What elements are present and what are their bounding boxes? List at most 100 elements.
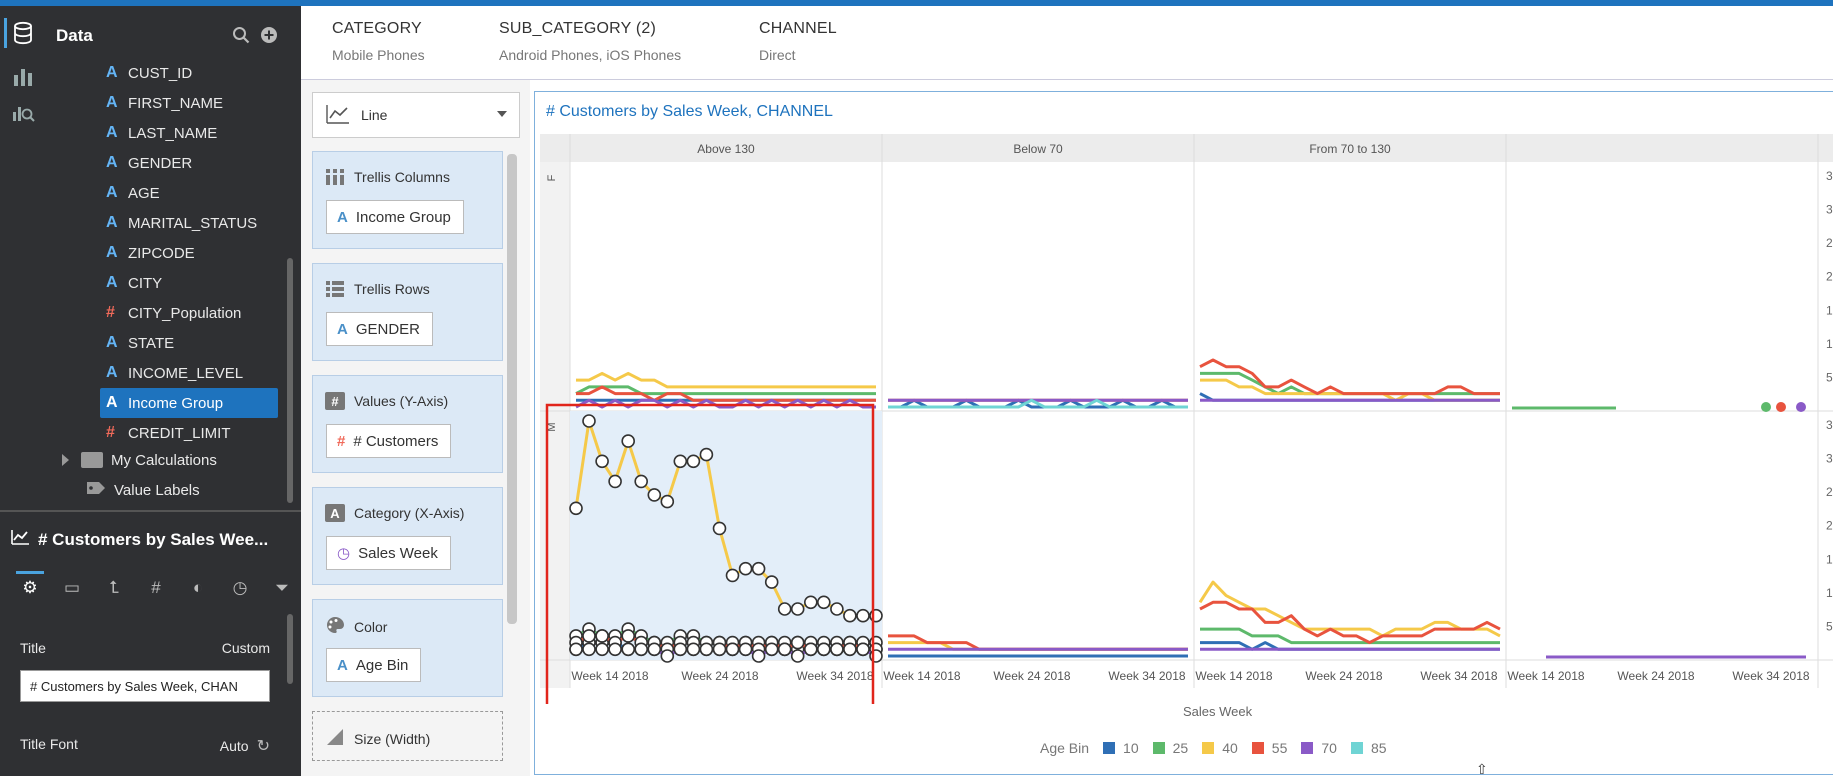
y-tick-label: 15 [1826, 552, 1833, 566]
legend-item-40[interactable]: 40 [1202, 740, 1238, 756]
folder-my-calculations[interactable]: My Calculations [62, 445, 217, 475]
data-item-label: LAST_NAME [128, 124, 218, 142]
axis-icon[interactable]: ⮤ [104, 578, 124, 598]
panel-divider[interactable] [0, 510, 301, 512]
data-item-credit-limit[interactable]: # CREDIT_LIMIT [100, 418, 280, 448]
size-width-card[interactable]: Size (Width) [312, 711, 503, 761]
data-item-state[interactable]: A STATE [100, 328, 280, 358]
tag-icon [86, 481, 106, 499]
data-point-70 [647, 642, 662, 657]
number-format-icon[interactable]: # [146, 578, 166, 598]
time-icon[interactable]: ◷ [230, 578, 250, 598]
legend-item-70[interactable]: 70 [1301, 740, 1337, 756]
expand-arrow-icon[interactable] [62, 454, 69, 466]
filter-icon[interactable]: ⏷ [272, 578, 292, 598]
income-group-pill[interactable]: A Income Group [326, 200, 464, 234]
data-item-marital-status[interactable]: A MARITAL_STATUS [100, 208, 280, 238]
sales-week-pill[interactable]: ◷ Sales Week [326, 536, 451, 570]
data-item-gender[interactable]: A GENDER [100, 148, 280, 178]
legend-item-25[interactable]: 25 [1152, 740, 1188, 756]
trellis-rows-card[interactable]: Trellis Rows A GENDER [312, 263, 503, 361]
text-type-icon: A [106, 244, 118, 261]
text-type-icon: A [106, 94, 118, 111]
layout-icon[interactable]: ▭ [62, 578, 82, 598]
data-point-40 [830, 602, 844, 616]
legend-title: Age Bin [1040, 740, 1090, 756]
y-tick-label: 10 [1826, 337, 1833, 351]
database-icon[interactable] [10, 20, 36, 46]
values-y-axis-card[interactable]: # Values (Y-Axis) # # Customers [312, 375, 503, 473]
properties-tab-indicator [16, 571, 44, 574]
data-panel-title: Data [56, 26, 93, 45]
gender-pill[interactable]: A GENDER [326, 312, 434, 346]
visualizations-icon[interactable] [10, 64, 36, 90]
data-item-age[interactable]: A AGE [100, 178, 280, 208]
data-item-label: Income Group [128, 394, 224, 412]
data-point-70 [686, 642, 701, 657]
properties-scrollbar[interactable] [287, 614, 293, 684]
data-item-label: ZIPCODE [128, 244, 195, 262]
data-point-70 [660, 649, 675, 663]
data-item-city-population[interactable]: # CITY_Population [100, 298, 280, 328]
age-bin-pill[interactable]: A Age Bin [326, 648, 422, 682]
data-item-zipcode[interactable]: A ZIPCODE [100, 238, 280, 268]
customers-pill[interactable]: # # Customers [326, 424, 452, 458]
text-type-icon: A [337, 656, 348, 674]
legend-item-85[interactable]: 85 [1350, 740, 1387, 756]
data-point-70 [582, 642, 596, 657]
filter-sub-category[interactable]: SUB_CATEGORY (2) Android Phones, iOS Pho… [499, 20, 681, 63]
color-card[interactable]: Color A Age Bin [312, 599, 503, 697]
data-point-40 [582, 414, 596, 428]
legend-item-10[interactable]: 10 [1103, 740, 1139, 756]
column-header: Above 130 [697, 142, 755, 156]
general-settings-icon[interactable]: ⚙ [20, 578, 40, 598]
data-item-cust-id[interactable]: A CUST_ID [100, 58, 280, 88]
x-axis-label: Sales Week [1183, 704, 1253, 719]
card-title: Color [325, 616, 387, 637]
filter-category[interactable]: CATEGORY Mobile Phones [332, 20, 425, 63]
trellis-line-chart[interactable]: Above 130 Below 70 From 70 to 130 F 35 30 25 20… [540, 134, 1833, 704]
category-x-axis-card[interactable]: A Category (X-Axis) ◷ Sales Week [312, 487, 503, 585]
add-icon[interactable] [260, 26, 278, 49]
x-tick-label: Week 24 2018 [1305, 669, 1382, 683]
x-tick-label: Week 34 2018 [1108, 669, 1185, 683]
viz-type-select[interactable]: Line [312, 92, 520, 138]
legend-item-55[interactable]: 55 [1251, 740, 1287, 756]
grammar-panel-scrollbar[interactable] [507, 154, 517, 624]
y-tick-label: 10 [1826, 586, 1833, 600]
title-text-input[interactable]: # Customers by Sales Week, CHAN [20, 670, 270, 702]
x-tick-label: Week 34 2018 [796, 669, 873, 683]
data-panel-scrollbar[interactable] [287, 258, 293, 503]
title-property-label: Title [20, 640, 46, 656]
data-point-70 [595, 642, 609, 657]
data-panel-tools [232, 26, 278, 49]
data-point-40 [777, 602, 792, 616]
data-item-city[interactable]: A CITY [100, 268, 280, 298]
column-header: From 70 to 130 [1309, 142, 1391, 156]
filter-channel[interactable]: CHANNEL Direct [759, 20, 837, 63]
data-item-first-name[interactable]: A FIRST_NAME [100, 88, 280, 118]
color-icon[interactable]: ◐ [188, 578, 208, 598]
properties-tabs: ⚙ ▭ ⮤ # ◐ ◷ ⏷ [20, 578, 292, 598]
trellis-columns-card[interactable]: Trellis Columns A Income Group [312, 151, 503, 249]
reset-icon[interactable]: ↻ [257, 736, 270, 756]
search-icon[interactable] [232, 26, 250, 49]
series-line-40 [1200, 378, 1500, 402]
number-type-icon: # [325, 392, 345, 410]
data-point-40 [751, 561, 766, 576]
folder-icon [81, 452, 103, 468]
title-property-value[interactable]: Custom [222, 640, 270, 656]
card-title: Trellis Rows [325, 280, 430, 298]
folder-value-labels[interactable]: Value Labels [86, 475, 200, 505]
data-item-income-group[interactable]: A Income Group [100, 388, 278, 418]
legend-label: 40 [1222, 740, 1238, 756]
left-rail [0, 6, 44, 506]
data-item-income-level[interactable]: A INCOME_LEVEL [100, 358, 280, 388]
data-item-label: MARITAL_STATUS [128, 214, 258, 232]
title-font-control[interactable]: Auto ↻ [220, 736, 270, 756]
line-chart-icon [10, 528, 30, 551]
data-point-40 [856, 608, 870, 623]
analytics-icon[interactable] [10, 100, 36, 126]
data-item-last-name[interactable]: A LAST_NAME [100, 118, 280, 148]
text-type-icon: A [106, 274, 118, 291]
